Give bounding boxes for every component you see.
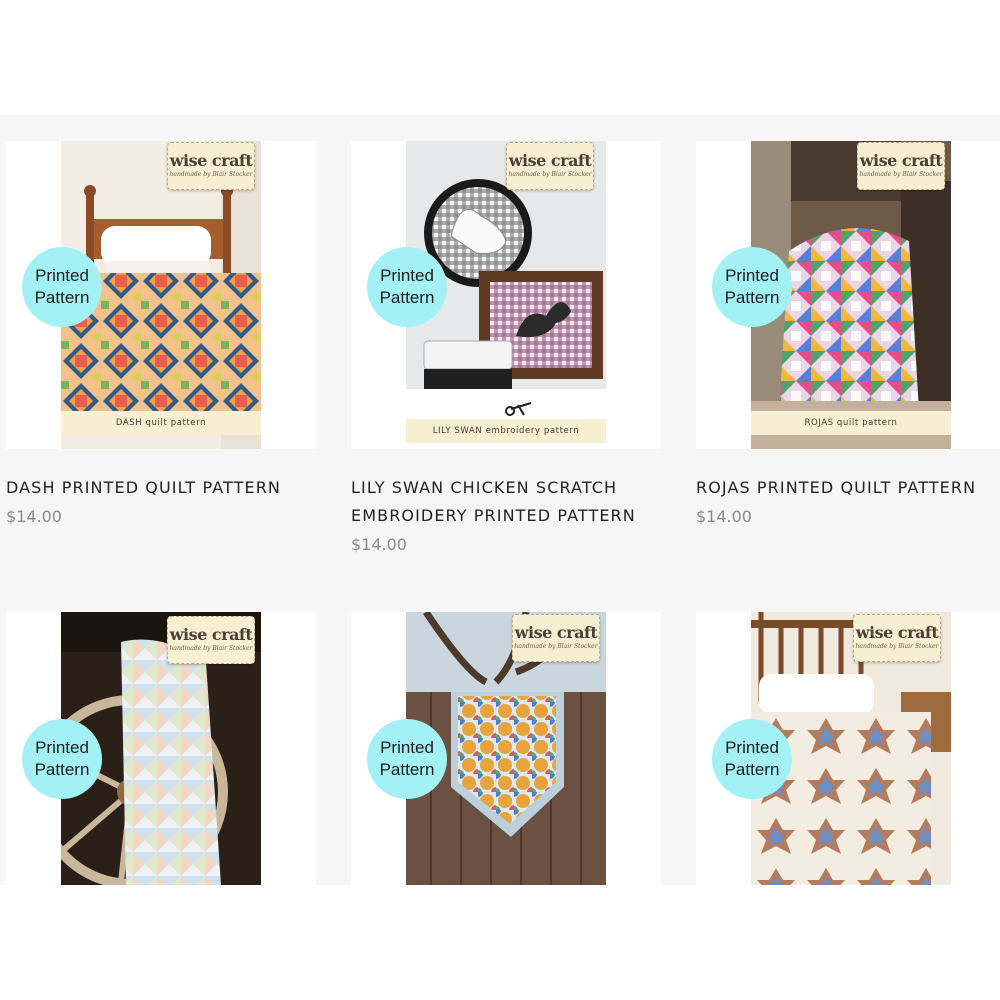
wisecraft-logo: wise craft handmade by Blair Stocker <box>853 614 941 662</box>
product-price: $14.00 <box>696 507 752 526</box>
product-image[interactable]: wise craft handmade by Blair Stocker DAS… <box>6 141 316 449</box>
cover-caption: LILY SWAN embroidery pattern <box>406 419 606 443</box>
product-card[interactable]: wise craft handmade by Blair Stocker Pri… <box>351 612 661 885</box>
product-card[interactable]: wise craft handmade by Blair Stocker Pri… <box>696 612 1000 885</box>
printed-pattern-badge: Printed Pattern <box>22 719 102 799</box>
printed-pattern-badge: Printed Pattern <box>712 247 792 327</box>
cover-caption: ROJAS quilt pattern <box>751 411 951 435</box>
wisecraft-logo: wise craft handmade by Blair Stocker <box>167 616 255 664</box>
product-image[interactable]: wise craft handmade by Blair Stocker ROJ… <box>696 141 1000 449</box>
product-card[interactable]: wise craft handmade by Blair Stocker Pri… <box>6 612 316 885</box>
product-card[interactable]: wise craft handmade by Blair Stocker LIL… <box>351 141 661 558</box>
product-title[interactable]: LILY SWAN CHICKEN SCRATCH EMBROIDERY PRI… <box>351 474 661 530</box>
printed-pattern-badge: Printed Pattern <box>22 247 102 327</box>
product-title[interactable]: DASH PRINTED QUILT PATTERN <box>6 474 316 502</box>
printed-pattern-badge: Printed Pattern <box>712 719 792 799</box>
wisecraft-logo: wise craft handmade by Blair Stocker <box>857 142 945 190</box>
product-image[interactable]: wise craft handmade by Blair Stocker Pri… <box>351 612 661 885</box>
product-image[interactable]: wise craft handmade by Blair Stocker Pri… <box>6 612 316 885</box>
wisecraft-logo: wise craft handmade by Blair Stocker <box>167 142 255 190</box>
product-image[interactable]: wise craft handmade by Blair Stocker LIL… <box>351 141 661 449</box>
wisecraft-logo: wise craft handmade by Blair Stocker <box>506 142 594 190</box>
product-image[interactable]: wise craft handmade by Blair Stocker Pri… <box>696 612 1000 885</box>
product-title[interactable]: ROJAS PRINTED QUILT PATTERN <box>696 474 1000 502</box>
product-price: $14.00 <box>6 507 62 526</box>
product-card[interactable]: wise craft handmade by Blair Stocker DAS… <box>6 141 316 530</box>
printed-pattern-badge: Printed Pattern <box>367 247 447 327</box>
printed-pattern-badge: Printed Pattern <box>367 719 447 799</box>
product-price: $14.00 <box>351 535 407 554</box>
wisecraft-logo: wise craft handmade by Blair Stocker <box>512 614 600 662</box>
product-card[interactable]: wise craft handmade by Blair Stocker ROJ… <box>696 141 1000 530</box>
cover-caption: DASH quilt pattern <box>61 411 261 435</box>
